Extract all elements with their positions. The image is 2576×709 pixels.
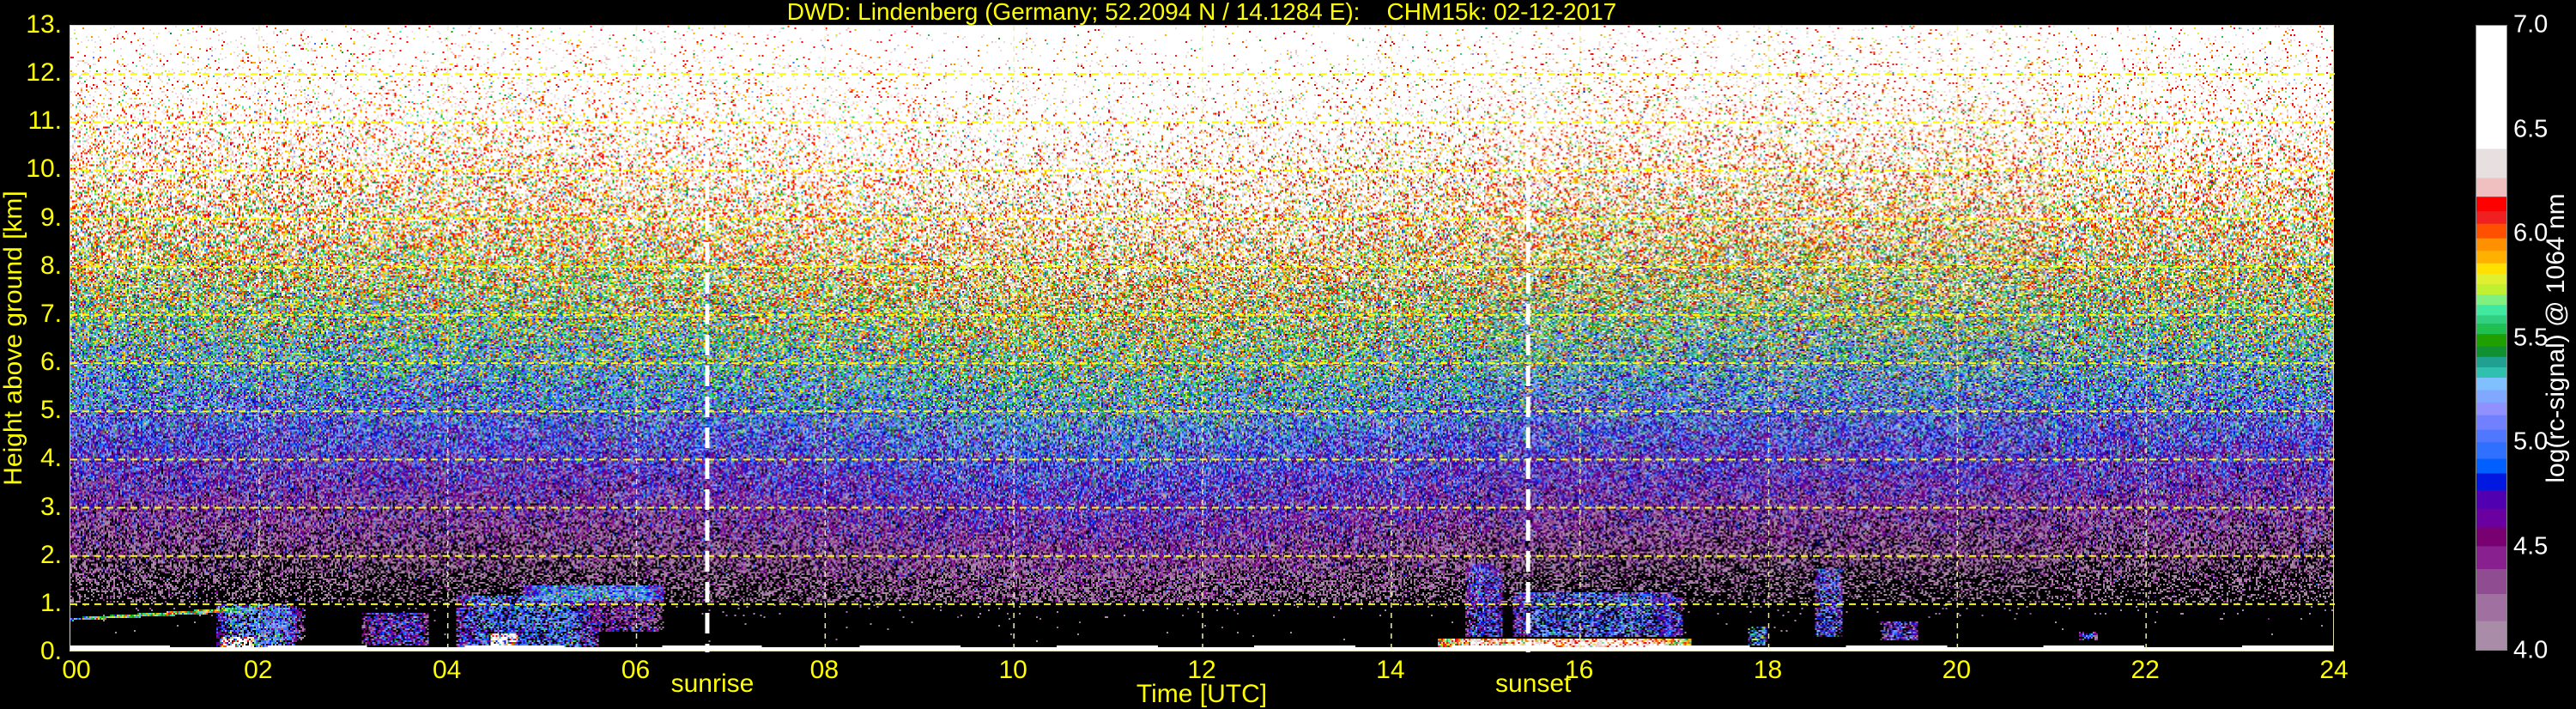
- colorbar-segment: [2476, 473, 2506, 490]
- y-tick-label: 0.: [39, 637, 62, 665]
- y-tick-label: 4.: [39, 444, 62, 473]
- x-tick-label: 00: [62, 656, 91, 684]
- colorbar-segment: [2476, 356, 2506, 367]
- colorbar-segment: [2476, 263, 2506, 274]
- x-tick-label: 20: [1942, 656, 1972, 684]
- y-tick-label: 2.: [39, 540, 62, 569]
- sunset-label: sunset: [1495, 670, 1572, 698]
- colorbar-segment: [2476, 508, 2506, 528]
- y-tick-label: 3.: [39, 492, 62, 521]
- colorbar-segment: [2476, 177, 2506, 197]
- colorbar-segment: [2476, 545, 2506, 569]
- colorbar-segment: [2476, 323, 2506, 335]
- colorbar-segment: [2476, 593, 2506, 621]
- grid-overlay: [70, 26, 2335, 652]
- colorbar-segment: [2476, 304, 2506, 316]
- colorbar-segment: [2476, 415, 2506, 430]
- chart-title: DWD: Lindenberg (Germany; 52.2094 N / 14…: [786, 0, 1617, 25]
- colorbar: [2476, 25, 2507, 651]
- x-tick-label: 10: [998, 656, 1027, 684]
- colorbar-label: log(rc-signal) @ 1064 nm: [2542, 193, 2570, 483]
- colorbar-segment: [2476, 429, 2506, 443]
- colorbar-tick-label: 4.5: [2513, 532, 2549, 560]
- colorbar-segment: [2476, 367, 2506, 379]
- colorbar-segment: [2476, 148, 2506, 179]
- x-tick-label: 14: [1376, 656, 1405, 684]
- sunrise-label: sunrise: [670, 670, 755, 698]
- colorbar-segment: [2476, 238, 2506, 251]
- y-tick-label: 10.: [26, 155, 62, 184]
- y-tick-label: 7.: [39, 299, 62, 328]
- colorbar-segment: [2476, 390, 2506, 403]
- y-tick-label: 11.: [27, 106, 62, 136]
- colorbar-segment: [2476, 441, 2506, 459]
- colorbar-segment: [2476, 273, 2506, 284]
- x-tick-label: 22: [2131, 656, 2160, 684]
- colorbar-segment: [2476, 458, 2506, 474]
- colorbar-tick-label: 7.0: [2513, 10, 2549, 39]
- y-tick-label: 13.: [26, 10, 62, 39]
- colorbar-segment: [2476, 26, 2506, 149]
- y-tick-label: 5.: [39, 396, 62, 425]
- y-axis-label: Height above ground [km]: [0, 191, 27, 486]
- colorbar-segment: [2476, 250, 2506, 264]
- colorbar-segment: [2476, 210, 2506, 224]
- colorbar-segment: [2476, 283, 2506, 295]
- x-axis-label: Time [UTC]: [1136, 680, 1268, 708]
- colorbar-segment: [2476, 346, 2506, 357]
- y-tick-label: 9.: [39, 203, 62, 232]
- y-tick-label: 1.: [39, 588, 62, 617]
- colorbar-segment: [2476, 527, 2506, 547]
- y-tick-label: 8.: [39, 251, 62, 280]
- x-tick-label: 08: [809, 656, 839, 684]
- x-tick-label: 02: [244, 656, 273, 684]
- colorbar-segment: [2476, 333, 2506, 347]
- y-tick-label: 6.: [39, 348, 62, 377]
- colorbar-tick-label: 6.5: [2513, 115, 2549, 142]
- x-tick-label: 18: [1753, 656, 1783, 684]
- colorbar-segment: [2476, 377, 2506, 391]
- colorbar-segment: [2476, 568, 2506, 595]
- colorbar-segment: [2476, 314, 2506, 324]
- x-tick-label: 04: [432, 656, 462, 684]
- colorbar-tick-label: 4.0: [2513, 636, 2549, 664]
- colorbar-segment: [2476, 402, 2506, 415]
- colorbar-segment: [2476, 294, 2506, 306]
- plot-area: [70, 25, 2335, 652]
- x-tick-label: 06: [621, 656, 651, 684]
- colorbar-segment: [2476, 621, 2506, 650]
- colorbar-segment: [2476, 196, 2506, 212]
- x-tick-label: 24: [2319, 656, 2349, 684]
- colorbar-segment: [2476, 489, 2506, 509]
- colorbar-segment: [2476, 223, 2506, 239]
- y-tick-label: 12.: [26, 58, 62, 88]
